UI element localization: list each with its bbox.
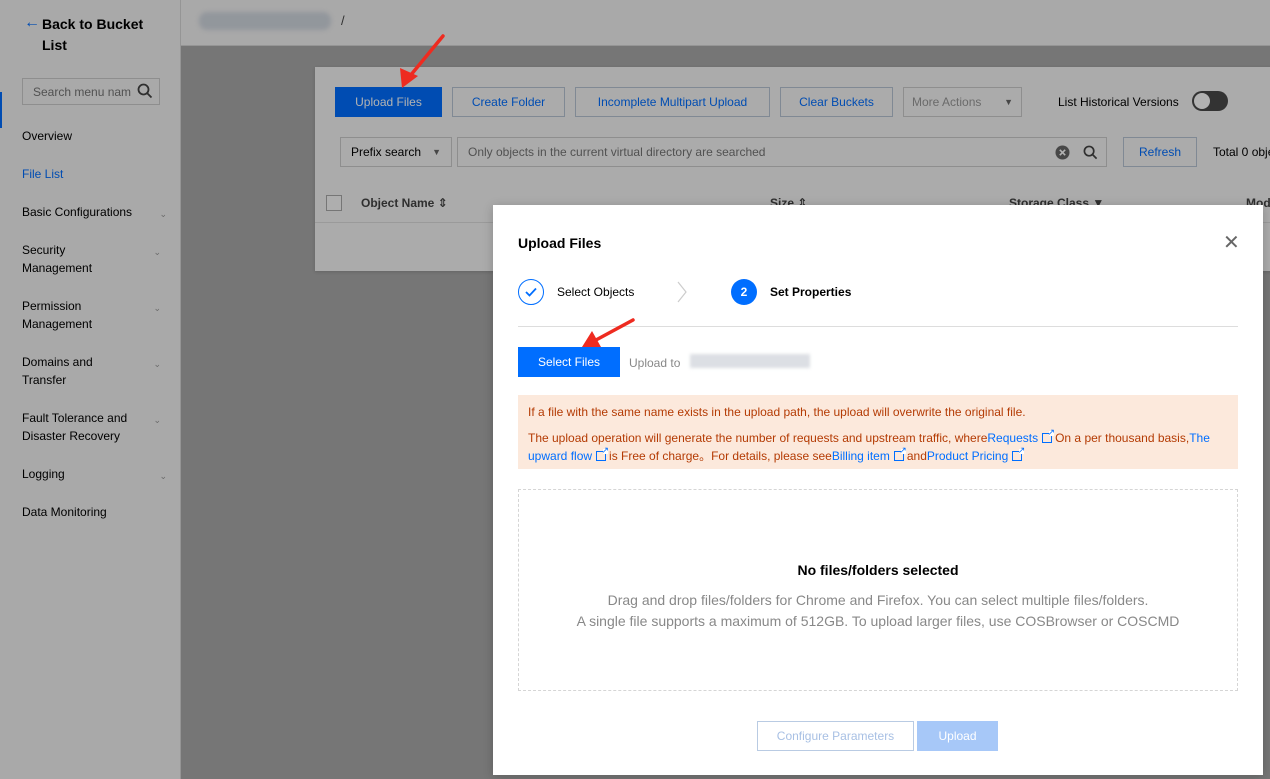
billing-item-link[interactable]: Billing item — [832, 449, 890, 463]
step-2-label: Set Properties — [770, 285, 852, 299]
upload-files-dialog: Upload Files ✕ Select Objects 2 Set Prop… — [493, 205, 1263, 775]
step-2-indicator: 2 — [731, 279, 757, 305]
step-1-indicator — [518, 279, 544, 305]
upload-button[interactable]: Upload — [917, 721, 998, 751]
dialog-title: Upload Files — [518, 235, 602, 251]
external-link-icon — [596, 445, 609, 461]
external-link-icon — [893, 445, 907, 461]
chevron-right-icon — [677, 281, 687, 303]
upload-path-redacted — [690, 354, 810, 368]
external-link-icon — [1042, 427, 1055, 443]
select-files-button[interactable]: Select Files — [518, 347, 620, 377]
step-1-label: Select Objects — [557, 285, 635, 299]
upload-to-label: Upload to — [629, 356, 681, 370]
alert-text: is Free of charge。For details, please se… — [609, 449, 832, 463]
dropzone-hint-1: Drag and drop files/folders for Chrome a… — [607, 592, 1149, 608]
alert-line-1: If a file with the same name exists in t… — [528, 405, 1026, 419]
configure-parameters-button[interactable]: Configure Parameters — [757, 721, 914, 751]
dropzone-hint-2: A single file supports a maximum of 512G… — [576, 613, 1180, 629]
external-link-icon — [1012, 445, 1025, 461]
upload-warning-alert: If a file with the same name exists in t… — [518, 395, 1238, 469]
requests-link[interactable]: Requests — [987, 431, 1038, 445]
alert-text: and — [906, 449, 927, 463]
close-icon[interactable]: ✕ — [1223, 233, 1240, 253]
alert-text: On a per thousand basis, — [1055, 431, 1190, 445]
dropzone-title: No files/folders selected — [797, 562, 959, 578]
file-drop-zone[interactable]: No files/folders selected Drag and drop … — [518, 489, 1238, 691]
check-icon — [525, 287, 537, 297]
product-pricing-link[interactable]: Product Pricing — [927, 449, 1008, 463]
alert-line-2: The upload operation will generate the n… — [528, 427, 1228, 465]
alert-text: The upload operation will generate the n… — [528, 431, 988, 445]
divider — [518, 326, 1238, 327]
